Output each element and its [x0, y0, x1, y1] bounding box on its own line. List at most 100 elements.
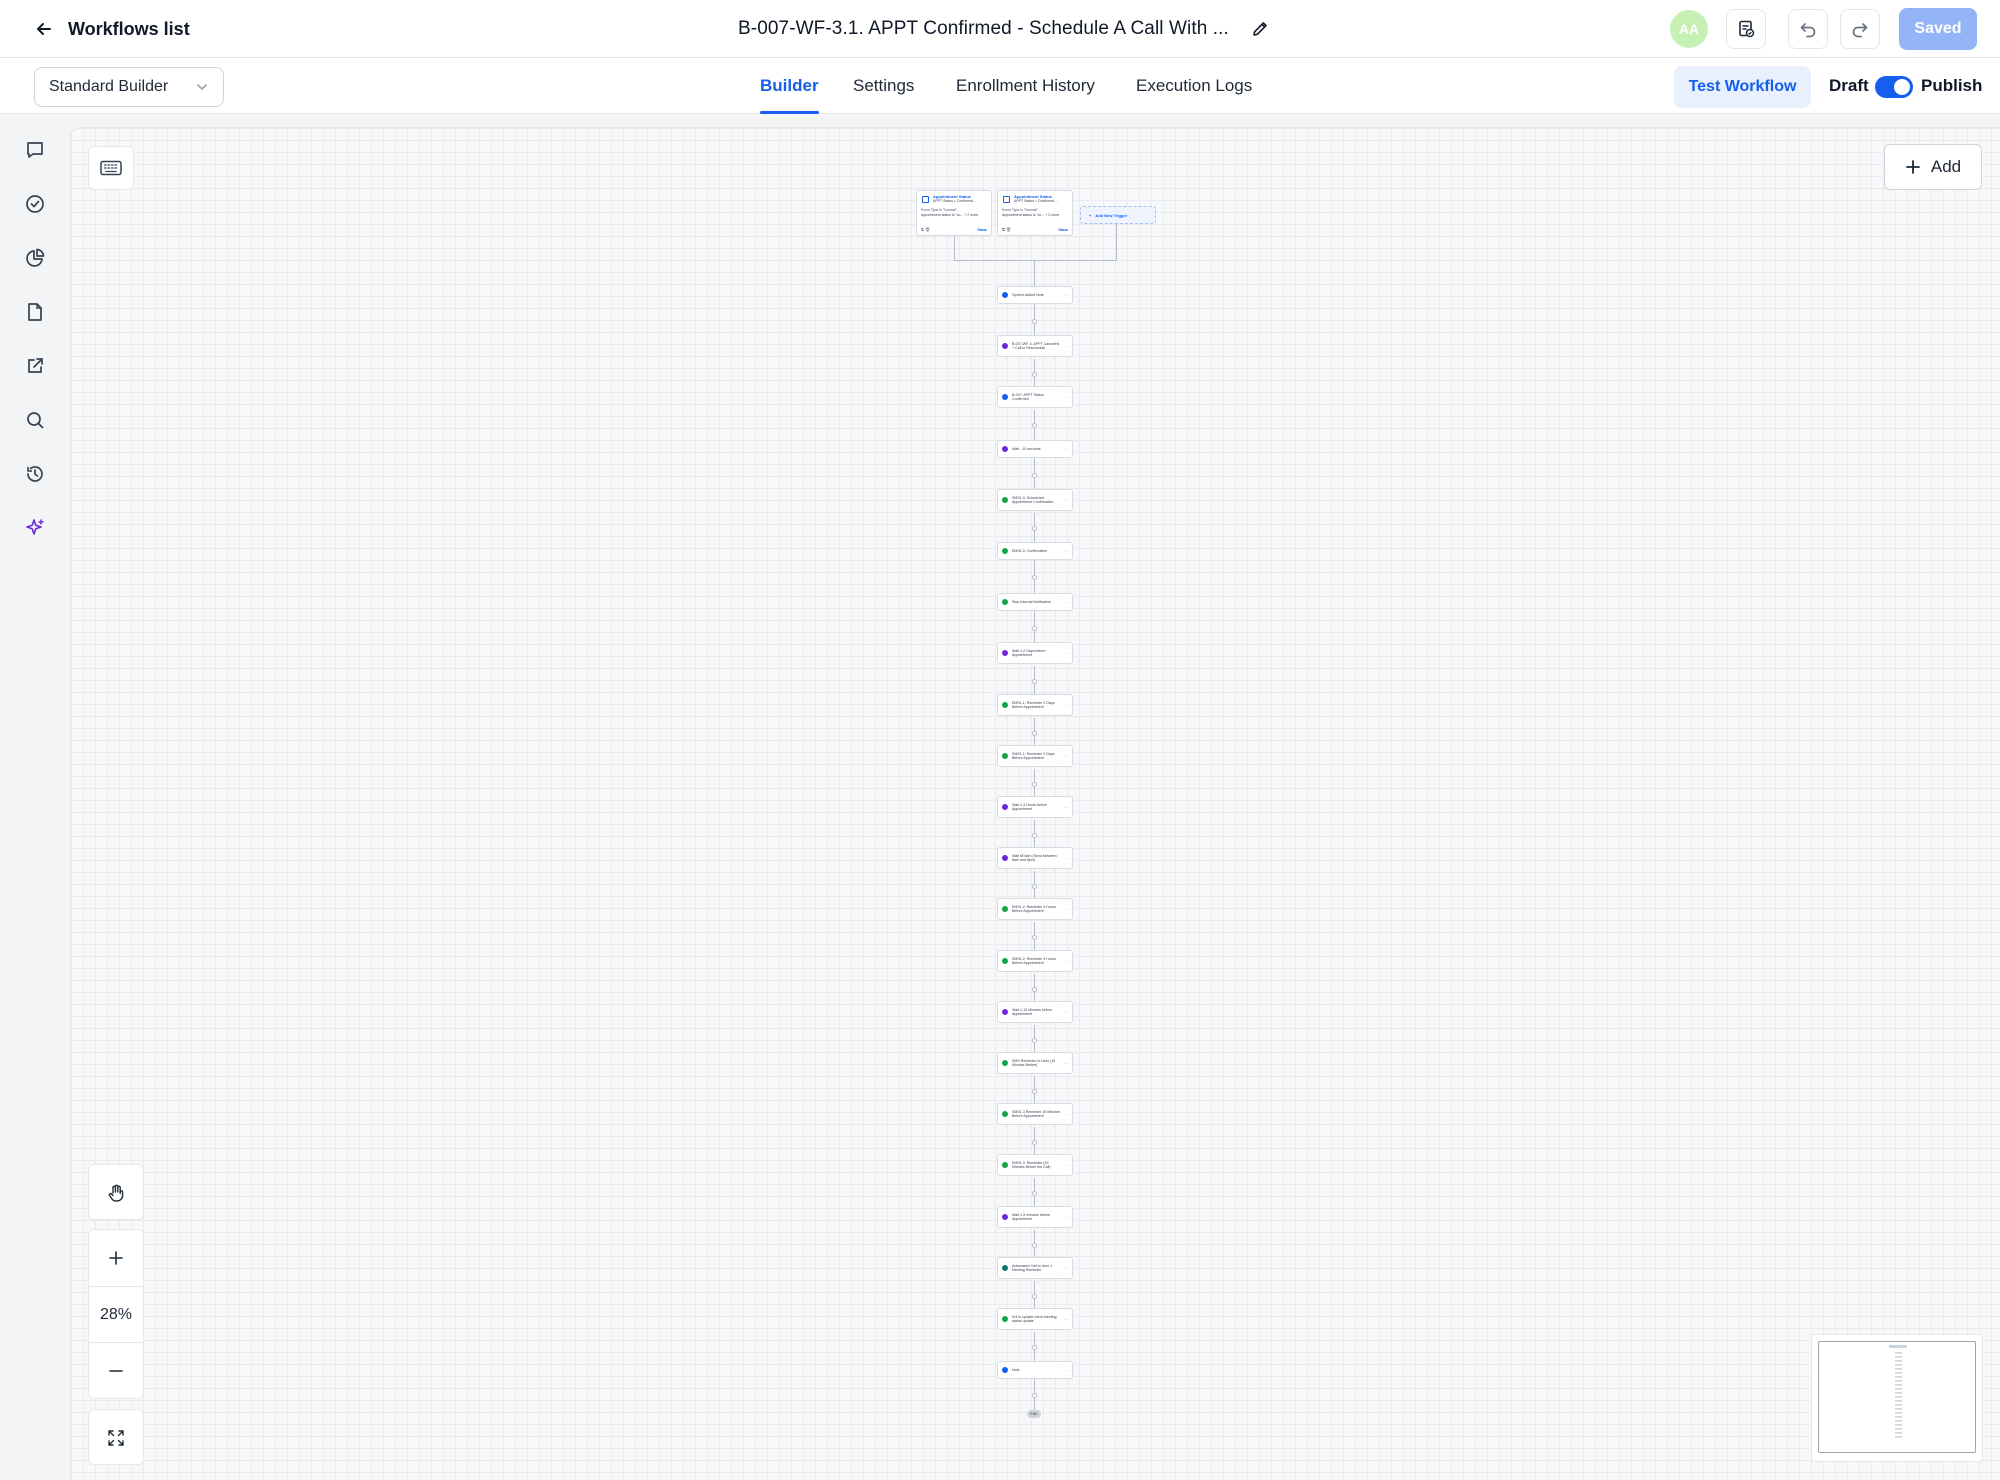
workflow-step-node[interactable]: SMS1.1: Reminder 2 Days Before Appointme… — [997, 745, 1073, 767]
add-step-button[interactable] — [1032, 526, 1037, 531]
step-menu-icon[interactable]: ⋯ — [1064, 293, 1068, 298]
tab-enrollment-history[interactable]: Enrollment History — [956, 58, 1095, 114]
zoom-out-button[interactable] — [89, 1342, 143, 1398]
add-step-button[interactable] — [1032, 319, 1037, 324]
add-step-button[interactable] — [1032, 1089, 1037, 1094]
add-step-button[interactable] — [1032, 1345, 1037, 1350]
workflow-step-node[interactable]: SMS1.3 Reminder 15 Minutes Before Appoin… — [997, 1103, 1073, 1125]
tab-settings[interactable]: Settings — [853, 58, 914, 114]
step-menu-icon[interactable]: ⋯ — [1064, 549, 1068, 554]
workflow-step-node[interactable]: Wait 1-5 minutes before Appointment ⋯ — [997, 1206, 1073, 1228]
workflow-step-node[interactable]: EMS1.1: Reminder 2 Days Before Appointme… — [997, 694, 1073, 716]
trigger-actions-icon[interactable]: ⧉ 🗑 — [921, 227, 930, 232]
test-workflow-button[interactable]: Test Workflow — [1674, 66, 1811, 108]
back-to-workflows-link[interactable]: Workflows list — [34, 14, 190, 44]
add-step-button[interactable] — [1032, 1191, 1037, 1196]
add-step-button[interactable] — [1032, 372, 1037, 377]
workflow-step-node[interactable]: B-007-WF-4. APPT Canceled + Call to Resc… — [997, 335, 1073, 357]
step-menu-icon[interactable]: ⋯ — [1064, 600, 1068, 605]
add-node-button[interactable]: Add — [1884, 144, 1982, 190]
add-step-button[interactable] — [1032, 987, 1037, 992]
minimap[interactable] — [1811, 1334, 1983, 1462]
step-menu-icon[interactable]: ⋯ — [1064, 447, 1068, 452]
avatar[interactable]: AA — [1670, 10, 1708, 48]
add-step-button[interactable] — [1032, 935, 1037, 940]
fit-view-button[interactable] — [89, 1410, 143, 1466]
document-icon[interactable] — [20, 297, 50, 327]
workflow-step-node[interactable]: Wait till 8am (Send between 8am and 8pm)… — [997, 847, 1073, 869]
step-menu-icon[interactable]: ⋯ — [1064, 703, 1068, 708]
history-icon[interactable] — [20, 459, 50, 489]
workflow-step-node[interactable]: Note ⋯ — [997, 1361, 1073, 1379]
workflow-step-node[interactable]: SMS1.0: Scheduled Appointment Confirmati… — [997, 489, 1073, 511]
tab-execution-logs[interactable]: Execution Logs — [1136, 58, 1252, 114]
step-menu-icon[interactable]: ⋯ — [1064, 959, 1068, 964]
hand-tool-button[interactable] — [89, 1165, 143, 1221]
workflow-notes-button[interactable] — [1726, 9, 1766, 49]
step-menu-icon[interactable]: ⋯ — [1064, 1010, 1068, 1015]
add-step-button[interactable] — [1032, 626, 1037, 631]
add-step-button[interactable] — [1032, 833, 1037, 838]
builder-mode-select[interactable]: Standard Builder — [34, 67, 224, 107]
step-menu-icon[interactable]: ⋯ — [1064, 1317, 1068, 1322]
workflow-step-node[interactable]: B-007: APPT Status Confirmed ⋯ — [997, 386, 1073, 408]
step-menu-icon[interactable]: ⋯ — [1064, 907, 1068, 912]
add-step-button[interactable] — [1032, 473, 1037, 478]
step-menu-icon[interactable]: ⋯ — [1064, 1163, 1068, 1168]
add-step-button[interactable] — [1032, 575, 1037, 580]
tab-builder[interactable]: Builder — [760, 58, 819, 114]
workflow-step-node[interactable]: Stop Internal Notification ⋯ — [997, 593, 1073, 611]
add-step-button[interactable] — [1032, 1294, 1037, 1299]
workflow-step-node[interactable]: System Added Note ⋯ — [997, 286, 1073, 304]
workflow-step-node[interactable]: Automated Call to User 1 Meeting Reminde… — [997, 1257, 1073, 1279]
publish-toggle[interactable] — [1875, 76, 1913, 98]
saved-button[interactable]: Saved — [1899, 8, 1977, 50]
trigger-card[interactable]: Appointment Status APPT Status = Confirm… — [916, 190, 992, 236]
search-icon[interactable] — [20, 405, 50, 435]
workflow-step-node[interactable]: EMS1.0: Confirmation ⋯ — [997, 542, 1073, 560]
trigger-stats-link[interactable]: Stats — [977, 227, 987, 232]
pencil-icon[interactable] — [1251, 20, 1269, 38]
step-menu-icon[interactable]: ⋯ — [1064, 856, 1068, 861]
trigger-actions-icon[interactable]: ⧉ 🗑 — [1002, 227, 1011, 232]
chat-icon[interactable] — [20, 135, 50, 165]
add-step-button[interactable] — [1032, 731, 1037, 736]
step-menu-icon[interactable]: ⋯ — [1064, 344, 1068, 349]
step-menu-icon[interactable]: ⋯ — [1064, 1368, 1068, 1373]
sparkle-icon[interactable] — [20, 513, 50, 543]
workflow-step-node[interactable]: EMS1.3: Reminder (15 Minutes Before the … — [997, 1154, 1073, 1176]
step-menu-icon[interactable]: ⋯ — [1064, 1215, 1068, 1220]
step-menu-icon[interactable]: ⋯ — [1064, 1266, 1068, 1271]
external-link-icon[interactable] — [20, 351, 50, 381]
add-step-button[interactable] — [1032, 1243, 1037, 1248]
workflow-step-node[interactable]: Wait 1-4 Hours before Appointment ⋯ — [997, 796, 1073, 818]
workflow-step-node[interactable]: Wait - 10 seconds ⋯ — [997, 440, 1073, 458]
check-circle-icon[interactable] — [20, 189, 50, 219]
add-step-button[interactable] — [1032, 884, 1037, 889]
step-menu-icon[interactable]: ⋯ — [1064, 1061, 1068, 1066]
workflow-step-node[interactable]: SMS1.2: Reminder 4 Hours Before Appointm… — [997, 950, 1073, 972]
add-step-button[interactable] — [1032, 1038, 1037, 1043]
step-menu-icon[interactable]: ⋯ — [1064, 754, 1068, 759]
step-menu-icon[interactable]: ⋯ — [1064, 498, 1068, 503]
step-menu-icon[interactable]: ⋯ — [1064, 395, 1068, 400]
workflow-step-node[interactable]: Wait 1-15 Minutes before Appointment ⋯ — [997, 1001, 1073, 1023]
workflow-step-node[interactable]: S/4 to update client meeting status upda… — [997, 1308, 1073, 1330]
pie-chart-icon[interactable] — [20, 243, 50, 273]
step-menu-icon[interactable]: ⋯ — [1064, 1112, 1068, 1117]
keyboard-shortcuts-button[interactable] — [88, 146, 134, 190]
zoom-in-button[interactable] — [89, 1230, 143, 1286]
workflow-step-node[interactable]: Wait 1-2 Days before Appointment ⋯ — [997, 642, 1073, 664]
redo-button[interactable] — [1840, 9, 1880, 49]
trigger-card[interactable]: Appointment Status APPT Status = Confirm… — [997, 190, 1073, 236]
add-step-button[interactable] — [1032, 679, 1037, 684]
add-step-button[interactable] — [1032, 782, 1037, 787]
add-step-button[interactable] — [1032, 423, 1037, 428]
add-step-button[interactable] — [1032, 1393, 1037, 1398]
workflow-step-node[interactable]: EMS1.2: Reminder 4 Hours Before Appointm… — [997, 898, 1073, 920]
undo-button[interactable] — [1788, 9, 1828, 49]
workflow-step-node[interactable]: SMS Reminder to User (15 Minutes Before)… — [997, 1052, 1073, 1074]
trigger-stats-link[interactable]: Stats — [1058, 227, 1068, 232]
step-menu-icon[interactable]: ⋯ — [1064, 805, 1068, 810]
add-step-button[interactable] — [1032, 1140, 1037, 1145]
